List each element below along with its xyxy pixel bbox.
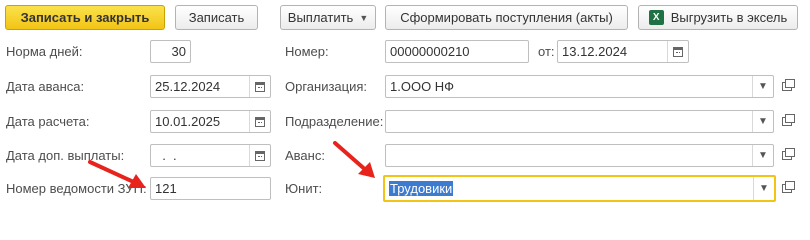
annotation-arrow-right bbox=[333, 141, 375, 178]
organization-value: 1.ООО НФ bbox=[390, 79, 455, 94]
organization-label: Организация: bbox=[285, 79, 368, 94]
advance-date-label: Дата аванса: bbox=[6, 79, 85, 94]
unit-value: Трудовики bbox=[389, 181, 454, 196]
extra-pay-date-field[interactable]: . . bbox=[150, 144, 271, 167]
calendar-icon[interactable] bbox=[250, 145, 270, 166]
days-norm-label: Норма дней: bbox=[6, 44, 83, 59]
from-label: от: bbox=[538, 44, 555, 59]
save-and-close-button[interactable]: Записать и закрыть bbox=[5, 5, 165, 30]
days-norm-value: 30 bbox=[171, 44, 186, 59]
unit-label: Юнит: bbox=[285, 181, 323, 196]
calc-date-label: Дата расчета: bbox=[6, 114, 90, 129]
organization-field[interactable]: 1.ООО НФ ▼ bbox=[385, 75, 774, 98]
save-and-close-label: Записать и закрыть bbox=[20, 10, 150, 25]
advance-open-icon[interactable] bbox=[777, 144, 797, 167]
unit-open-icon[interactable] bbox=[777, 177, 797, 200]
extra-pay-date-value: . . bbox=[155, 148, 177, 163]
chevron-down-icon[interactable]: ▼ bbox=[753, 76, 773, 97]
export-excel-label: Выгрузить в эксель bbox=[670, 10, 788, 25]
save-label: Записать bbox=[188, 10, 245, 25]
zup-sheet-number-value: 121 bbox=[155, 181, 177, 196]
form-receipts-button[interactable]: Сформировать поступления (акты) bbox=[385, 5, 628, 30]
calc-date-value: 10.01.2025 bbox=[155, 114, 221, 129]
organization-open-icon[interactable] bbox=[777, 75, 797, 98]
from-date-field[interactable]: 13.12.2024 bbox=[557, 40, 689, 63]
save-button[interactable]: Записать bbox=[175, 5, 258, 30]
calc-date-field[interactable]: 10.01.2025 bbox=[150, 110, 271, 133]
calendar-icon[interactable] bbox=[250, 111, 270, 132]
advance-date-field[interactable]: 25.12.2024 bbox=[150, 75, 271, 98]
number-label: Номер: bbox=[285, 44, 329, 59]
export-excel-button[interactable]: X Выгрузить в эксель bbox=[638, 5, 798, 30]
form-receipts-label: Сформировать поступления (акты) bbox=[400, 10, 613, 25]
calendar-icon[interactable] bbox=[668, 41, 688, 62]
zup-sheet-number-field[interactable]: 121 bbox=[150, 177, 271, 200]
unit-field[interactable]: Трудовики ▼ bbox=[383, 175, 776, 202]
division-label: Подразделение: bbox=[285, 114, 384, 129]
pay-label: Выплатить bbox=[287, 10, 354, 25]
advance-field[interactable]: ▼ bbox=[385, 144, 774, 167]
number-field[interactable]: 00000000210 bbox=[385, 40, 529, 63]
calendar-icon[interactable] bbox=[250, 76, 270, 97]
advance-label: Аванс: bbox=[285, 148, 325, 163]
advance-date-value: 25.12.2024 bbox=[155, 79, 221, 94]
division-open-icon[interactable] bbox=[777, 110, 797, 133]
pay-dropdown-button[interactable]: Выплатить ▼ bbox=[280, 5, 376, 30]
annotation-arrow-left bbox=[88, 160, 146, 188]
division-field[interactable]: ▼ bbox=[385, 110, 774, 133]
days-norm-field[interactable]: 30 bbox=[150, 40, 191, 63]
excel-icon: X bbox=[648, 10, 664, 25]
from-date-value: 13.12.2024 bbox=[562, 44, 628, 59]
chevron-down-icon[interactable]: ▼ bbox=[754, 177, 774, 200]
chevron-down-icon: ▼ bbox=[359, 12, 369, 23]
number-value: 00000000210 bbox=[390, 44, 470, 59]
chevron-down-icon[interactable]: ▼ bbox=[753, 111, 773, 132]
chevron-down-icon[interactable]: ▼ bbox=[753, 145, 773, 166]
